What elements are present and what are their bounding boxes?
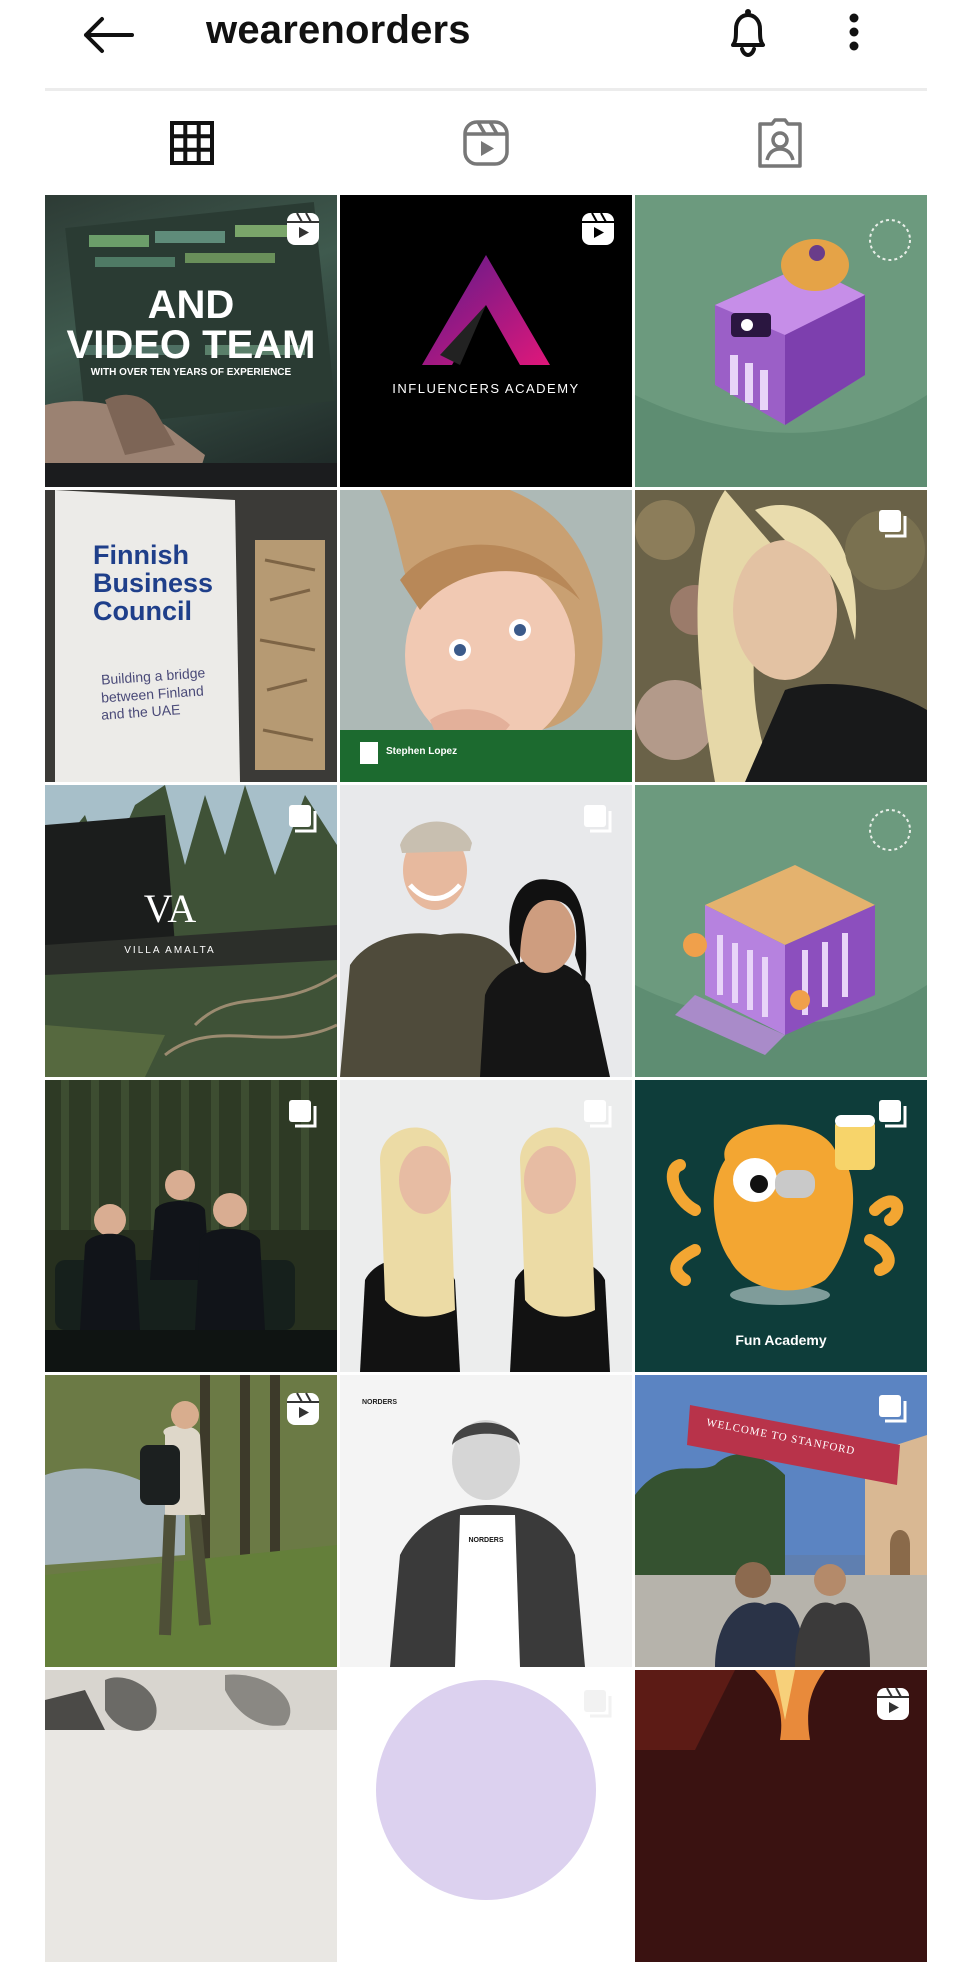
profile-username: wearenorders: [206, 8, 471, 52]
post-overlay-title: Business: [93, 568, 214, 598]
post-image: [45, 1670, 337, 1731]
grid-icon: [170, 120, 214, 165]
multiple-icon: [879, 510, 907, 538]
reels-tab[interactable]: [339, 95, 633, 190]
more-vertical-icon: [849, 13, 859, 51]
grid-posts-tab[interactable]: [45, 95, 339, 190]
post-overlay-caption: INFLUENCERS ACADEMY: [392, 381, 580, 396]
brand-logo: VA: [143, 886, 197, 931]
post-image: [635, 219, 927, 487]
post-thumbnail[interactable]: [45, 1670, 337, 1962]
post-thumbnail[interactable]: Fun Academy: [635, 1080, 927, 1372]
post-thumbnail[interactable]: [635, 1670, 927, 1962]
post-thumbnail[interactable]: INFLUENCERS ACADEMY: [340, 195, 632, 487]
post-thumbnail[interactable]: [635, 195, 927, 487]
post-overlay-caption: VILLA AMALTA: [124, 945, 216, 956]
tagged-tab[interactable]: [633, 95, 927, 190]
multiple-icon: [289, 805, 317, 833]
more-options-button[interactable]: [830, 4, 878, 60]
back-button[interactable]: [78, 10, 138, 60]
post-thumbnail[interactable]: Finnish Business Council Building a brid…: [45, 490, 337, 782]
multiple-icon: [289, 1100, 317, 1128]
post-thumbnail[interactable]: [340, 785, 632, 1077]
post-thumbnail[interactable]: AND VIDEO TEAM WITH OVER TEN YEARS OF EX…: [45, 195, 337, 487]
profile-tabs: [45, 95, 927, 190]
multiple-icon: [879, 1395, 907, 1423]
reels-icon: [287, 1392, 319, 1425]
post-thumbnail[interactable]: NORDERS NORDERS: [340, 1375, 632, 1667]
post-thumbnail[interactable]: [635, 490, 927, 782]
post-thumbnail[interactable]: [45, 1375, 337, 1667]
reels-icon: [877, 1687, 909, 1720]
post-thumbnail[interactable]: [45, 1080, 337, 1372]
post-thumbnail[interactable]: [340, 1080, 632, 1372]
post-thumbnail[interactable]: WELCOME TO STANFORD: [635, 1375, 927, 1667]
post-overlay-caption: NORDERS: [362, 1399, 398, 1406]
post-overlay-title: Council: [93, 596, 192, 626]
post-image: [340, 490, 632, 782]
profile-header: wearenorders: [0, 0, 961, 88]
post-overlay-line: AND: [147, 283, 235, 327]
post-overlay-title: Finnish: [93, 540, 189, 570]
header-divider: [45, 88, 927, 91]
post-overlay-line: VIDEO TEAM: [66, 323, 316, 367]
notifications-button[interactable]: [720, 4, 776, 60]
post-image: [55, 490, 325, 782]
brand-logo: Fun Academy: [735, 1332, 827, 1348]
multiple-icon: [584, 1100, 612, 1128]
arrow-left-icon: [84, 17, 134, 53]
multiple-icon: [879, 1100, 907, 1128]
post-overlay-caption: WITH OVER TEN YEARS OF EXPERIENCE: [90, 367, 292, 378]
post-thumbnail[interactable]: VA VILLA AMALTA: [45, 785, 337, 1077]
post-overlay-caption: NORDERS: [468, 1537, 504, 1544]
multiple-icon: [584, 1690, 612, 1718]
reels-icon: [287, 212, 319, 245]
post-thumbnail[interactable]: [340, 1670, 632, 1962]
multiple-icon: [584, 805, 612, 833]
post-thumbnail[interactable]: Stephen Lopez: [340, 490, 632, 782]
post-overlay-caption: Stephen Lopez: [386, 746, 458, 757]
reels-icon: [582, 212, 614, 245]
reels-icon: [463, 119, 509, 166]
post-thumbnail[interactable]: [635, 785, 927, 1077]
post-image: [390, 1420, 585, 1667]
tagged-person-icon: [758, 117, 802, 168]
bell-icon: [731, 9, 765, 57]
posts-grid: AND VIDEO TEAM WITH OVER TEN YEARS OF EX…: [45, 195, 927, 1962]
post-image: [635, 809, 927, 1077]
